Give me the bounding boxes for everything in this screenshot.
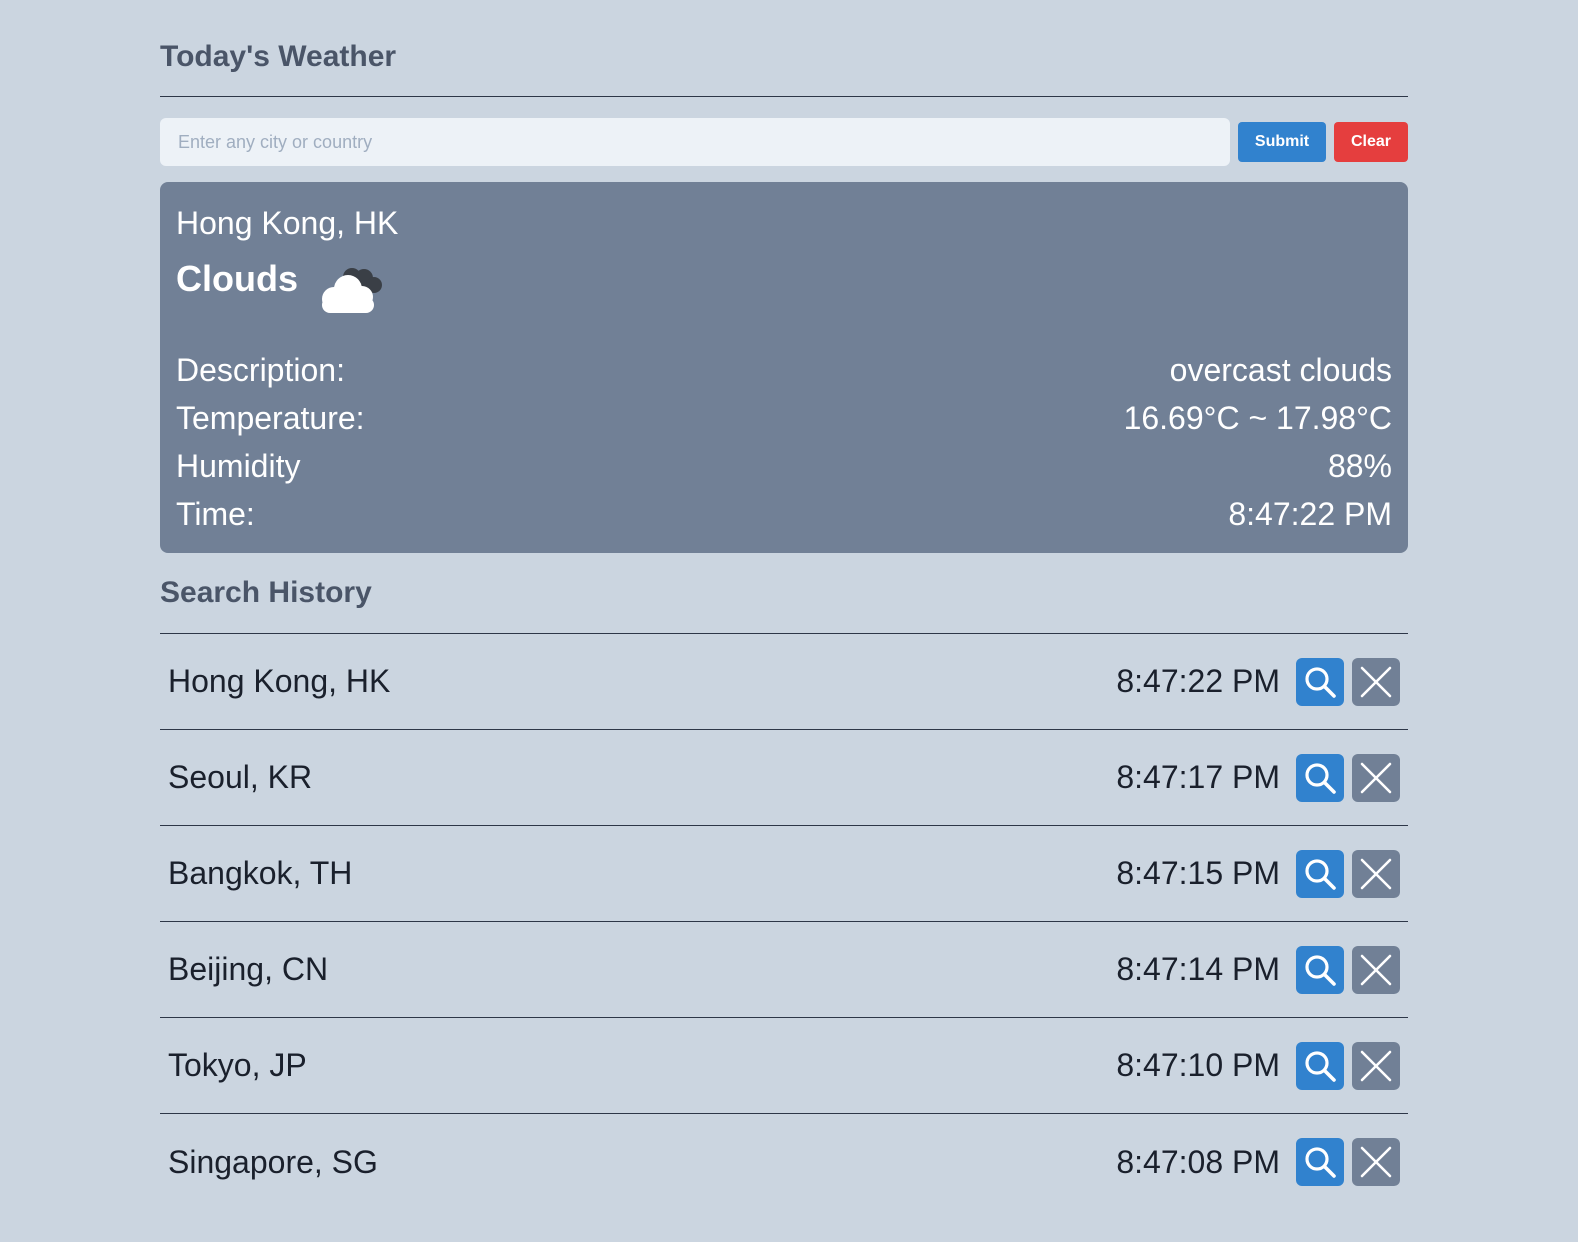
current-location: Hong Kong, HK <box>176 205 399 241</box>
search-icon <box>1305 1147 1336 1178</box>
close-icon <box>1360 954 1392 985</box>
history-delete-button[interactable] <box>1352 753 1400 802</box>
history-city: Bangkok, TH <box>168 855 353 891</box>
list-item: Singapore, SG 8:47:08 PM <box>160 1114 1408 1210</box>
search-icon <box>1305 1050 1336 1082</box>
detail-value: 16.69°C ~ 17.98°C <box>1123 400 1392 436</box>
history-delete-button[interactable] <box>1352 945 1400 994</box>
history-time: 8:47:10 PM <box>1116 1047 1280 1083</box>
page-title: Today's Weather <box>160 40 397 73</box>
detail-label: Humidity <box>176 448 301 484</box>
detail-value: overcast clouds <box>1169 352 1392 388</box>
weather-details: Description: overcast clouds Temperature… <box>176 346 1392 538</box>
history-time: 8:47:17 PM <box>1116 759 1280 795</box>
detail-label: Temperature: <box>176 400 365 436</box>
submit-button[interactable]: Submit <box>1238 122 1326 162</box>
history-delete-button[interactable] <box>1352 1041 1400 1090</box>
search-icon <box>1305 954 1336 986</box>
search-icon <box>1305 666 1336 698</box>
app-container: Today's Weather Submit Clear Hong Kong, … <box>160 0 1408 1210</box>
weather-card: Hong Kong, HK Clouds Description: overca… <box>160 182 1408 553</box>
history-city: Tokyo, JP <box>168 1047 307 1083</box>
clear-button[interactable]: Clear <box>1334 122 1408 162</box>
history-search-button[interactable] <box>1296 657 1344 706</box>
cloud-icon <box>322 268 382 313</box>
history-time: 8:47:22 PM <box>1116 663 1280 699</box>
detail-time: Time: 8:47:22 PM <box>176 490 1392 538</box>
history-delete-button[interactable] <box>1352 1138 1400 1186</box>
search-bar: Submit Clear <box>160 118 1408 166</box>
detail-label: Description: <box>176 352 345 388</box>
detail-description: Description: overcast clouds <box>176 346 1392 394</box>
history-time: 8:47:15 PM <box>1116 855 1280 891</box>
current-condition: Clouds <box>176 258 298 299</box>
history-delete-button[interactable] <box>1352 657 1400 706</box>
close-icon <box>1360 762 1392 793</box>
close-icon <box>1360 1050 1392 1081</box>
history-search-button[interactable] <box>1296 753 1344 802</box>
list-item: Beijing, CN 8:47:14 PM <box>160 922 1408 1018</box>
history-delete-button[interactable] <box>1352 849 1400 898</box>
title-divider <box>160 96 1408 97</box>
history-title: Search History <box>160 576 372 609</box>
history-city: Singapore, SG <box>168 1143 378 1180</box>
search-input[interactable] <box>160 118 1230 166</box>
history-city: Hong Kong, HK <box>168 663 391 699</box>
list-item: Hong Kong, HK 8:47:22 PM <box>160 634 1408 730</box>
history-city: Seoul, KR <box>168 759 313 795</box>
detail-value: 8:47:22 PM <box>1228 496 1392 532</box>
history-search-button[interactable] <box>1296 1138 1344 1186</box>
close-icon <box>1360 1146 1392 1178</box>
detail-value: 88% <box>1327 448 1392 484</box>
history-time: 8:47:14 PM <box>1116 951 1280 987</box>
search-icon <box>1305 762 1336 794</box>
history-city: Beijing, CN <box>168 951 329 987</box>
list-item: Seoul, KR 8:47:17 PM <box>160 730 1408 826</box>
search-icon <box>1305 858 1336 890</box>
list-item: Tokyo, JP 8:47:10 PM <box>160 1018 1408 1114</box>
detail-temperature: Temperature: 16.69°C ~ 17.98°C <box>176 394 1392 442</box>
detail-label: Time: <box>176 496 255 532</box>
list-item: Bangkok, TH 8:47:15 PM <box>160 826 1408 922</box>
history-search-button[interactable] <box>1296 945 1344 994</box>
detail-humidity: Humidity 88% <box>176 442 1392 490</box>
history-time: 8:47:08 PM <box>1116 1143 1280 1180</box>
close-icon <box>1360 666 1392 697</box>
close-icon <box>1360 858 1392 889</box>
history-list: Hong Kong, HK 8:47:22 PM Seoul, KR 8:47:… <box>160 634 1408 1210</box>
history-search-button[interactable] <box>1296 849 1344 898</box>
condition-row: Clouds <box>176 258 1392 322</box>
history-search-button[interactable] <box>1296 1041 1344 1090</box>
